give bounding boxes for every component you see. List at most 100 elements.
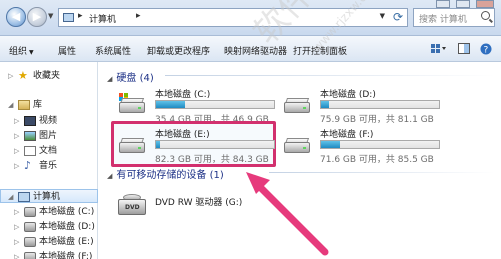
star-icon: ★ <box>18 69 28 82</box>
hard-disk-icon <box>24 237 36 247</box>
expand-arrow-icon[interactable]: ▷ <box>14 144 19 158</box>
map-network-drive-button[interactable]: 映射网络驱动器 <box>224 44 287 57</box>
hard-disk-icon <box>24 207 36 217</box>
preview-pane-icon[interactable] <box>458 43 470 54</box>
refresh-icon[interactable]: ⟳ <box>393 10 403 24</box>
command-bar: 组织 ▼ 属性 系统属性 卸载或更改程序 映射网络驱动器 打开控制面板 ? <box>0 36 501 62</box>
expand-arrow-icon[interactable]: ▷ <box>14 220 19 234</box>
drive-e[interactable]: 本地磁盘 (E:) 82.3 GB 可用，共 84.3 GB <box>117 127 277 165</box>
system-properties-button[interactable]: 系统属性 <box>95 44 131 57</box>
drive-name: 本地磁盘 (C:) <box>155 90 211 100</box>
capacity-bar <box>155 100 275 109</box>
nav-label: 计算机 <box>33 192 61 202</box>
computer-icon <box>18 192 30 202</box>
change-view-icon[interactable] <box>431 43 446 54</box>
nav-label: 本地磁盘 (E:) <box>39 237 94 247</box>
search-icon[interactable] <box>481 11 490 20</box>
title-bar: ◀ ▶ ▼ ▸ 计算机 ▸ ▼ ⟳ 搜索 计算机 <box>0 0 501 36</box>
address-dropdown-icon[interactable]: ▼ <box>380 12 385 20</box>
breadcrumb-separator-icon[interactable]: ▸ <box>78 11 83 21</box>
organize-menu[interactable]: 组织 ▼ <box>9 44 34 57</box>
nav-drive-d[interactable]: ▷ 本地磁盘 (D:) <box>0 220 98 234</box>
documents-icon <box>24 146 36 156</box>
nav-libraries[interactable]: ◢ 库 <box>0 98 98 112</box>
minimize-button[interactable] <box>436 0 450 8</box>
system-hard-disk-icon <box>117 93 147 115</box>
expand-arrow-icon[interactable]: ▷ <box>14 235 19 249</box>
nav-label: 图片 <box>39 131 58 141</box>
expand-arrow-icon[interactable]: ▷ <box>14 114 19 128</box>
drive-name: 本地磁盘 (E:) <box>155 130 210 140</box>
nav-favorites[interactable]: ▷ ★ 收藏夹 <box>0 69 98 83</box>
drive-c[interactable]: 本地磁盘 (C:) 35.4 GB 可用，共 46.9 GB <box>117 87 277 125</box>
capacity-bar <box>320 140 440 149</box>
dvd-logo: DVD <box>125 204 140 211</box>
collapse-arrow-icon[interactable]: ◢ <box>107 172 112 180</box>
nav-music[interactable]: ▷ ♪ 音乐 <box>0 159 98 173</box>
capacity-fill <box>321 141 341 148</box>
nav-documents[interactable]: ▷ 文档 <box>0 144 98 158</box>
properties-button[interactable]: 属性 <box>58 44 76 57</box>
forward-button[interactable]: ▶ <box>27 7 47 27</box>
breadcrumb-location[interactable]: 计算机 <box>89 12 116 25</box>
expand-arrow-icon[interactable]: ▷ <box>14 205 19 219</box>
nav-drive-f[interactable]: ▷ 本地磁盘 (F:) <box>0 250 98 259</box>
group-divider <box>165 75 495 76</box>
drive-space-info: 71.6 GB 可用，共 85.5 GB <box>320 155 434 165</box>
drive-f[interactable]: 本地磁盘 (F:) 71.6 GB 可用，共 85.5 GB <box>282 127 442 165</box>
expand-arrow-icon[interactable]: ▷ <box>8 69 13 83</box>
nav-label: 收藏夹 <box>33 71 61 81</box>
capacity-fill <box>321 101 329 108</box>
computer-icon <box>63 13 74 22</box>
drive-name: 本地磁盘 (D:) <box>320 90 376 100</box>
pictures-icon <box>24 131 36 141</box>
drive-d[interactable]: 本地磁盘 (D:) 75.9 GB 可用，共 81.1 GB <box>282 87 442 125</box>
nav-label: 视频 <box>39 116 58 126</box>
nav-videos[interactable]: ▷ 视频 <box>0 114 98 128</box>
capacity-bar <box>320 100 440 109</box>
hard-disk-icon <box>24 252 36 259</box>
help-icon[interactable]: ? <box>480 43 492 56</box>
group-header-hard-disks[interactable]: ◢ 硬盘 (4) <box>107 69 154 84</box>
capacity-fill <box>156 101 185 108</box>
uninstall-program-button[interactable]: 卸载或更改程序 <box>147 44 210 57</box>
hard-disk-icon <box>282 133 312 155</box>
nav-pictures[interactable]: ▷ 图片 <box>0 129 98 143</box>
video-icon <box>24 116 36 126</box>
svg-text:?: ? <box>484 46 489 56</box>
maximize-button[interactable] <box>456 0 470 8</box>
close-button[interactable] <box>476 0 494 8</box>
address-bar[interactable]: ▸ 计算机 ▸ ▼ ⟳ <box>58 8 408 27</box>
group-header-removable[interactable]: ◢ 有可移动存储的设备 (1) <box>107 166 224 181</box>
navigation-pane: ▷ ★ 收藏夹 ◢ 库 ▷ 视频 ▷ 图片 ▷ 文档 ▷ ♪ 音乐 ◢ 计算机 … <box>0 62 98 259</box>
nav-computer[interactable]: ◢ 计算机 <box>0 189 98 203</box>
breadcrumb-separator-icon[interactable]: ▸ <box>136 11 141 21</box>
dvd-drive-icon: DVD <box>117 193 147 215</box>
nav-drive-c[interactable]: ▷ 本地磁盘 (C:) <box>0 205 98 219</box>
expand-arrow-icon[interactable]: ▷ <box>14 250 19 259</box>
collapse-arrow-icon[interactable]: ◢ <box>8 190 13 204</box>
nav-drive-e[interactable]: ▷ 本地磁盘 (E:) <box>0 235 98 249</box>
back-button[interactable]: ◀ <box>6 7 26 27</box>
collapse-arrow-icon[interactable]: ◢ <box>107 75 112 83</box>
library-icon <box>18 100 30 110</box>
drive-name: DVD RW 驱动器 (G:) <box>155 198 243 208</box>
expand-arrow-icon[interactable]: ▷ <box>14 159 19 173</box>
search-input[interactable]: 搜索 计算机 <box>413 8 495 27</box>
nav-label: 本地磁盘 (C:) <box>39 207 95 217</box>
hard-disk-icon <box>24 222 36 232</box>
search-placeholder: 搜索 计算机 <box>419 15 467 25</box>
nav-label: 本地磁盘 (F:) <box>39 252 93 259</box>
drive-space-info: 75.9 GB 可用，共 81.1 GB <box>320 115 434 125</box>
nav-label: 音乐 <box>39 161 58 171</box>
nav-label: 本地磁盘 (D:) <box>39 222 95 232</box>
collapse-arrow-icon[interactable]: ◢ <box>8 98 13 112</box>
recent-pages-dropdown-icon[interactable]: ▼ <box>48 12 53 20</box>
open-control-panel-button[interactable]: 打开控制面板 <box>293 44 347 57</box>
drive-name: 本地磁盘 (F:) <box>320 130 374 140</box>
drive-dvd[interactable]: DVD DVD RW 驱动器 (G:) <box>117 187 277 225</box>
capacity-bar <box>155 140 275 149</box>
expand-arrow-icon[interactable]: ▷ <box>14 129 19 143</box>
nav-label: 文档 <box>39 146 58 156</box>
group-divider <box>269 172 495 173</box>
